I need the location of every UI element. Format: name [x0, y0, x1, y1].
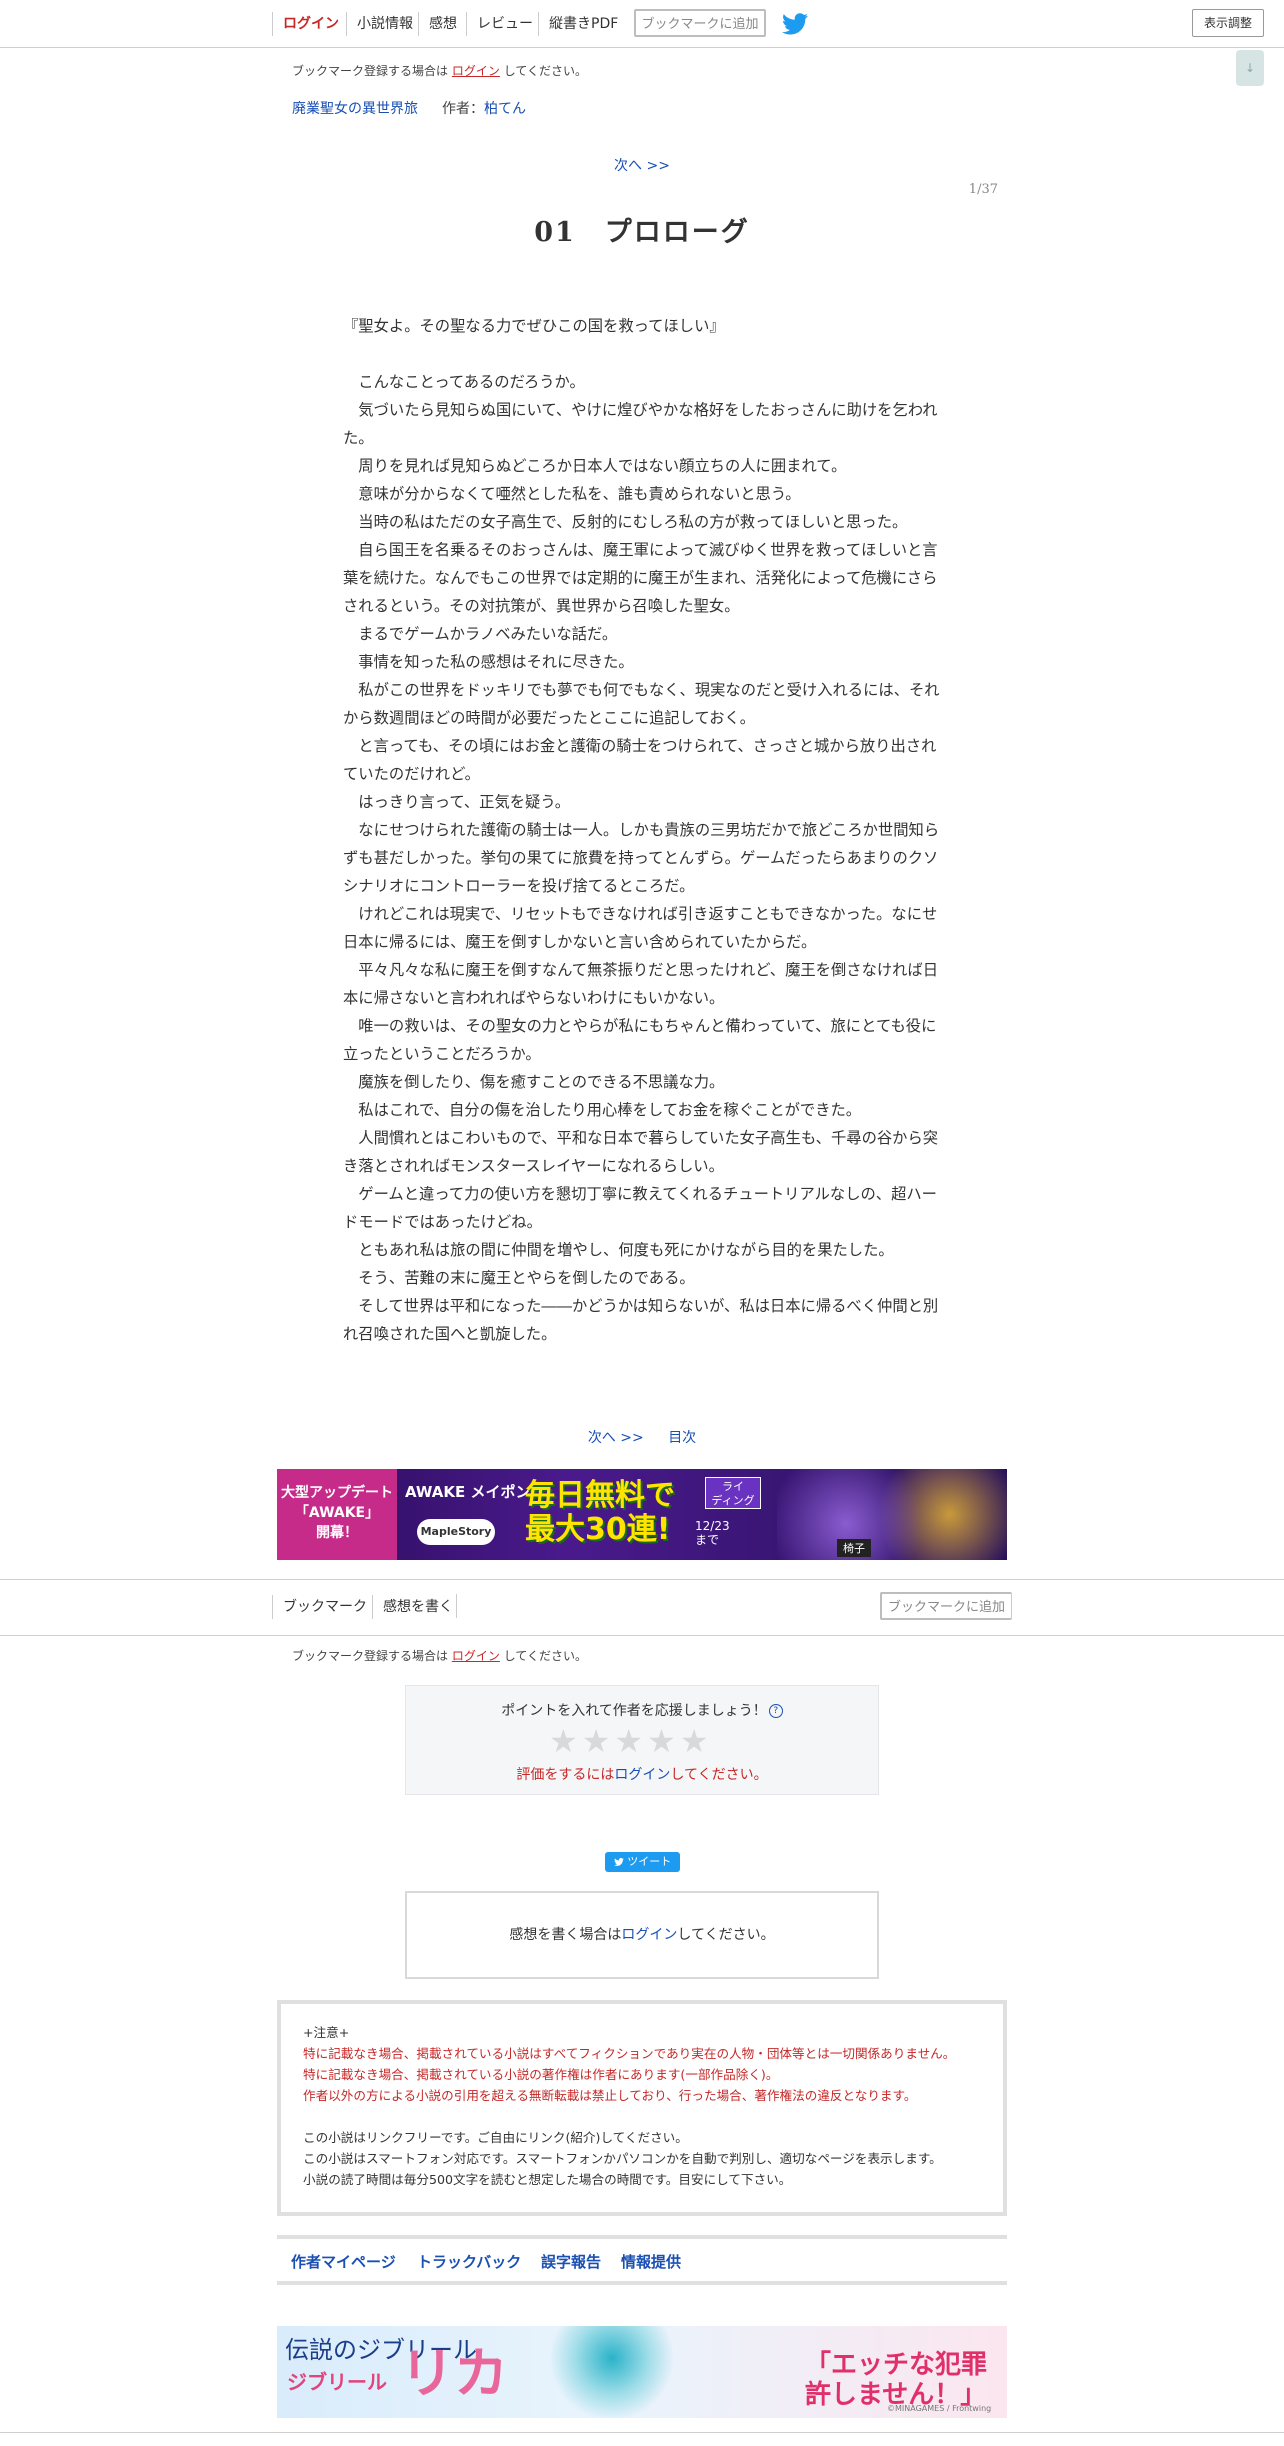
ad-tag: ライ ディング	[705, 1477, 761, 1509]
author-info: 作者：柏てん	[442, 101, 526, 117]
ad2-catchphrase: 「エッチな犯罪 許しません！」	[805, 2350, 988, 2410]
nav-novel-info[interactable]: 小説情報	[346, 12, 413, 36]
nav-review[interactable]: レビュー	[466, 12, 533, 36]
impression-box: 感想を書く場合はログインしてください。	[405, 1891, 879, 1979]
notice-red-line: 特に記載なき場合、掲載されている小説の著作権は作者にあります(一部作品除く)。	[303, 2067, 779, 2082]
nav-impressions[interactable]: 感想	[418, 12, 457, 36]
pager-bottom: 次へ >> 目次	[0, 1427, 1284, 1447]
bookmark-login-note: ブックマーク登録する場合は ログイン してください。	[292, 64, 587, 78]
rating-login-link[interactable]: ログイン	[614, 1767, 670, 1783]
pager-top: 次へ >>	[0, 155, 1284, 175]
notice-red-line: 作者以外の方による小説の引用を超える無断転載は禁止しており、行った場合、著作権法…	[303, 2088, 917, 2103]
rating-stars[interactable]: ★★★★★	[549, 1722, 712, 1760]
banner-ad-maplestory[interactable]: 大型アップデート 「AWAKE」 開幕！ AWAKE メイポン MapleSto…	[277, 1469, 1007, 1560]
help-icon[interactable]: ?	[768, 1704, 783, 1718]
chapter-paragraph: 私がこの世界をドッキリでも夢でも何でもなく、現実なのだと受け入れるには、それから…	[343, 681, 940, 727]
nav-divider	[456, 1594, 457, 1618]
ad-character-art	[777, 1469, 1007, 1560]
ad2-logo: ジブリール	[287, 2370, 387, 2394]
chapter-paragraph: 当時の私はただの女子高生で、反射的にむしろ私の方が救ってほしいと思った。	[343, 513, 908, 531]
notice-red-line: 特に記載なき場合、掲載されている小説はすべてフィクションであり実在の人物・団体等…	[303, 2046, 956, 2061]
notice-line: 小説の読了時間は毎分500文字を読むと想定した場合の時間です。目安にして下さい。	[303, 2172, 792, 2187]
chapter-paragraph: 平々凡々な私に魔王を倒すなんて無茶振りだと思ったけれど、魔王を倒さなければ日本に…	[343, 961, 939, 1007]
notice-box: +注意+ 特に記載なき場合、掲載されている小説はすべてフィクションであり実在の人…	[277, 2000, 1007, 2216]
chapter-paragraph	[343, 340, 943, 368]
chapter-paragraph: 意味が分からなくて唖然とした私を、誰も責められないと思う。	[343, 485, 801, 503]
ad2-copyright: ©MINAGAMES / Frontwing	[887, 2404, 992, 2413]
footer-links: 作者マイページ トラックバック 誤字報告 情報提供	[277, 2235, 1007, 2285]
chapter-paragraph: 『聖女よ。その聖なる力でぜひこの国を救ってほしい』	[343, 317, 725, 335]
ad-name-tag: 椅子	[837, 1539, 871, 1557]
page-bottom-divider	[0, 2432, 1284, 2433]
typo-report-link[interactable]: 誤字報告	[541, 2251, 601, 2272]
notice-gap	[303, 2106, 981, 2127]
nav-login[interactable]: ログイン	[272, 12, 339, 36]
add-bookmark-button[interactable]: ブックマークに追加	[634, 9, 766, 37]
notice-heading: +注意+	[303, 2025, 350, 2040]
chapter-paragraph: そして世界は平和になった――かどうかは知らないが、私は日本に帰るべく仲間と別れ召…	[343, 1297, 939, 1343]
chapter-paragraph: と言っても、その頃にはお金と護衛の騎士をつけられて、さっさと城から放り出されてい…	[343, 737, 937, 783]
bookmark-login-link-bottom[interactable]: ログイン	[452, 1649, 500, 1663]
toc-link[interactable]: 目次	[668, 1430, 696, 1446]
trackback-link[interactable]: トラックバック	[417, 2251, 521, 2272]
rating-login-requirement: 評価をするにはログインしてください。	[516, 1767, 768, 1783]
twitter-icon[interactable]	[782, 13, 808, 35]
twitter-bird-icon	[613, 1858, 624, 1866]
author-mypage-link[interactable]: 作者マイページ	[291, 2251, 396, 2272]
bookmark-login-note-bottom: ブックマーク登録する場合は ログイン してください。	[292, 1649, 587, 1663]
chapter-paragraph: 気づいたら見知らぬ国にいて、やけに煌びやかな格好をしたおっさんに助けを乞われた。	[343, 401, 938, 447]
banner-ad-jibril[interactable]: 伝説のジブリール ジブリール リカ 「エッチな犯罪 許しません！」 ©MINAG…	[277, 2326, 1007, 2418]
chapter-paragraph: 魔族を倒したり、傷を癒すことのできる不思議な力。	[343, 1073, 725, 1091]
ad-headline: 毎日無料で 最大30連!	[525, 1478, 675, 1547]
chapter-paragraph: 事情を知った私の感想はそれに尽きた。	[343, 653, 634, 671]
ad2-character-name: リカ	[400, 2342, 508, 2405]
chapter-paragraph: そう、苦難の末に魔王とやらを倒したのである。	[343, 1269, 695, 1287]
chapter-paragraph: なにせつけられた護衛の騎士は一人。しかも貴族の三男坊だかで旅どころか世間知らずも…	[343, 821, 940, 895]
top-nav: ログイン 小説情報 感想 レビュー 縦書きPDF ブックマークに追加 表示調整	[0, 0, 1284, 48]
chapter-body: 『聖女よ。その聖なる力でぜひこの国を救ってほしい』 こんなことってあるのだろうか…	[343, 312, 943, 1348]
bookmark-login-link[interactable]: ログイン	[452, 64, 500, 78]
chapter-paragraph: 周りを見れば見知らぬどころか日本人ではない顔立ちの人に囲まれて。	[343, 457, 847, 475]
novel-title-link[interactable]: 廃業聖女の異世界旅	[292, 98, 418, 118]
rating-box: ポイントを入れて作者を応援しましょう！? ★★★★★ 評価をするにはログインして…	[405, 1685, 879, 1795]
ad-game-logo: MapleStory	[417, 1519, 495, 1545]
chapter-paragraph: まるでゲームかラノベみたいな話だ。	[343, 625, 618, 643]
ad2-character-art	[527, 2326, 697, 2418]
rating-prompt: ポイントを入れて作者を応援しましょう！?	[406, 1700, 878, 1720]
tweet-button[interactable]: ツイート	[605, 1852, 680, 1872]
impression-login-link[interactable]: ログイン	[621, 1927, 677, 1943]
chapter-paragraph: 唯一の救いは、その聖女の力とやらが私にもちゃんと備わっていて、旅にとても役に立っ…	[343, 1017, 937, 1063]
next-page-link-bottom[interactable]: 次へ >>	[588, 1430, 644, 1446]
page-counter: 1/37	[968, 182, 998, 197]
notice-line: この小説はリンクフリーです。ご自由にリンク(紹介)してください。	[303, 2130, 688, 2145]
bottom-nav: ブックマーク 感想を書く ブックマークに追加	[0, 1579, 1284, 1636]
display-settings-button[interactable]: 表示調整	[1192, 9, 1264, 37]
info-provide-link[interactable]: 情報提供	[621, 2251, 681, 2272]
scroll-down-button[interactable]: ↓	[1236, 50, 1264, 86]
add-bookmark-button-bottom[interactable]: ブックマークに追加	[880, 1592, 1012, 1620]
nav-vertical-pdf[interactable]: 縦書きPDF	[538, 12, 618, 36]
bottom-nav-write-impression[interactable]: 感想を書く	[372, 1595, 453, 1619]
chapter-paragraph: 私はこれで、自分の傷を治したり用心棒をしてお金を稼ぐことができた。	[343, 1101, 862, 1119]
chapter-paragraph: こんなことってあるのだろうか。	[343, 373, 585, 391]
ad-date: 12/23 まで	[695, 1519, 730, 1547]
ad-update-badge: 大型アップデート 「AWAKE」 開幕！	[277, 1469, 397, 1560]
next-page-link[interactable]: 次へ >>	[614, 158, 670, 174]
chapter-paragraph: ゲームと違って力の使い方を懇切丁寧に教えてくれるチュートリアルなしの、超ハードモ…	[343, 1185, 937, 1231]
author-link[interactable]: 柏てん	[484, 101, 526, 117]
notice-line: この小説はスマートフォン対応です。スマートフォンかパソコンかを自動で判別し、適切…	[303, 2151, 942, 2166]
chapter-paragraph: 人間慣れとはこわいもので、平和な日本で暮らしていた女子高生も、千尋の谷から突き落…	[343, 1129, 939, 1175]
chapter-title: 01 プロローグ	[534, 217, 750, 248]
chapter-paragraph: ともあれ私は旅の間に仲間を増やし、何度も死にかけながら目的を果たした。	[343, 1241, 894, 1259]
chapter-paragraph: 自ら国王を名乗るそのおっさんは、魔王軍によって滅びゆく世界を救ってほしいと言葉を…	[343, 541, 938, 615]
ad-brand: AWAKE メイポン	[405, 1483, 531, 1501]
chapter-paragraph: はっきり言って、正気を疑う。	[343, 793, 571, 811]
chapter-paragraph: けれどこれは現実で、リセットもできなければ引き返すこともできなかった。なにせ日本…	[343, 905, 938, 951]
bottom-nav-bookmark[interactable]: ブックマーク	[272, 1595, 367, 1619]
